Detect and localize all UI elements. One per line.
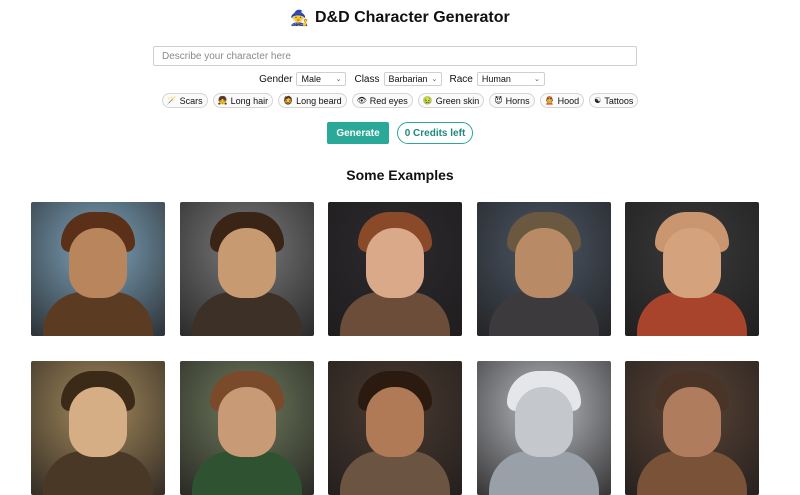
portrait-armored-man[interactable] (179, 202, 314, 336)
trait-chip-hood[interactable]: 👲 Hood (539, 93, 585, 108)
action-row: Generate 0 Credits left (0, 122, 800, 144)
race-select[interactable]: Human ⌄ (476, 72, 545, 86)
trait-chip-tattoos[interactable]: ☯ Tattoos (589, 93, 639, 108)
sick-face-icon: 🤢 (422, 96, 433, 105)
portrait-white-haired-elf[interactable] (476, 361, 611, 495)
portrait-body (191, 292, 302, 336)
chevron-down-icon: ⌄ (335, 75, 342, 83)
portrait-bald-bearded-dwarf[interactable] (625, 361, 759, 495)
gender-select-value: Male (301, 74, 321, 84)
portrait-body (340, 292, 450, 336)
chevron-down-icon: ⌄ (533, 75, 540, 83)
portrait-face (514, 228, 573, 298)
eye-icon: 👁 (356, 96, 367, 105)
portrait-face (663, 228, 721, 298)
chevron-down-icon: ⌄ (431, 75, 438, 83)
trait-chip-label: Red eyes (369, 95, 408, 106)
portrait-crowned-bearded-man[interactable] (476, 202, 611, 336)
wand-icon: 🪄 (166, 96, 177, 105)
portrait-horned-helmet-woman[interactable] (31, 361, 165, 495)
devil-icon: 😈 (494, 96, 503, 105)
portrait-face (69, 228, 127, 298)
race-label: Race (449, 73, 473, 85)
portrait-elf-woman-goggles[interactable] (328, 202, 462, 336)
class-select[interactable]: Barbarian ⌄ (383, 72, 442, 86)
portrait-face (663, 387, 721, 457)
portrait-curly-hair-warrior[interactable] (31, 202, 165, 336)
portrait-body (637, 292, 747, 336)
long-hair-icon: 👧 (217, 96, 228, 105)
generate-button[interactable]: Generate (327, 122, 389, 144)
portrait-face (217, 387, 276, 457)
portrait-face (514, 387, 573, 457)
portrait-ranger-woman[interactable] (179, 361, 314, 495)
page-header: 🧙 D&D Character Generator (0, 8, 800, 28)
page-title: D&D Character Generator (314, 9, 510, 26)
portrait-face (217, 228, 276, 298)
portrait-bald-monk[interactable] (625, 202, 759, 336)
gender-select[interactable]: Male ⌄ (296, 72, 347, 86)
beard-icon: 🧔 (283, 96, 294, 105)
portrait-body (43, 292, 153, 336)
character-options-row: Gender Male ⌄ Class Barbarian ⌄ Race Hum… (0, 71, 800, 87)
trait-chip-label: Hood (557, 95, 580, 106)
trait-chip-label: Long hair (230, 95, 269, 106)
trait-chip-green-skin[interactable]: 🤢 Green skin (417, 93, 485, 108)
trait-chip-label: Green skin (435, 95, 480, 106)
class-select-value: Barbarian (388, 74, 428, 84)
race-select-value: Human (481, 74, 511, 84)
examples-gallery (31, 202, 759, 495)
trait-chip-long-hair[interactable]: 👧 Long hair (212, 93, 274, 108)
trait-chip-label: Scars (179, 95, 203, 106)
wizard-logo-icon: 🧙 (290, 9, 309, 27)
portrait-face (69, 387, 127, 457)
trait-chip-red-eyes[interactable]: 👁 Red eyes (351, 93, 413, 108)
credits-left-badge[interactable]: 0 Credits left (397, 122, 473, 144)
portrait-face (366, 228, 424, 298)
trait-chips: 🪄 Scars 👧 Long hair 🧔 Long beard 👁 Red e… (0, 93, 800, 108)
trait-chip-scars[interactable]: 🪄 Scars (161, 93, 208, 108)
trait-chip-label: Long beard (296, 95, 342, 106)
gender-label: Gender (259, 73, 293, 85)
trait-chip-long-beard[interactable]: 🧔 Long beard (278, 93, 347, 108)
tattoo-symbol-icon: ☯ (594, 96, 602, 105)
trait-chip-label: Horns (505, 95, 530, 106)
trait-chip-label: Tattoos (604, 95, 634, 106)
portrait-body (488, 292, 599, 336)
portrait-horned-barbarian[interactable] (328, 361, 462, 495)
examples-heading: Some Examples (346, 167, 454, 183)
portrait-face (366, 387, 424, 457)
class-label: Class (354, 73, 380, 85)
hood-icon: 👲 (544, 96, 555, 105)
trait-chip-horns[interactable]: 😈 Horns (489, 93, 535, 108)
character-description-input[interactable] (153, 46, 637, 66)
